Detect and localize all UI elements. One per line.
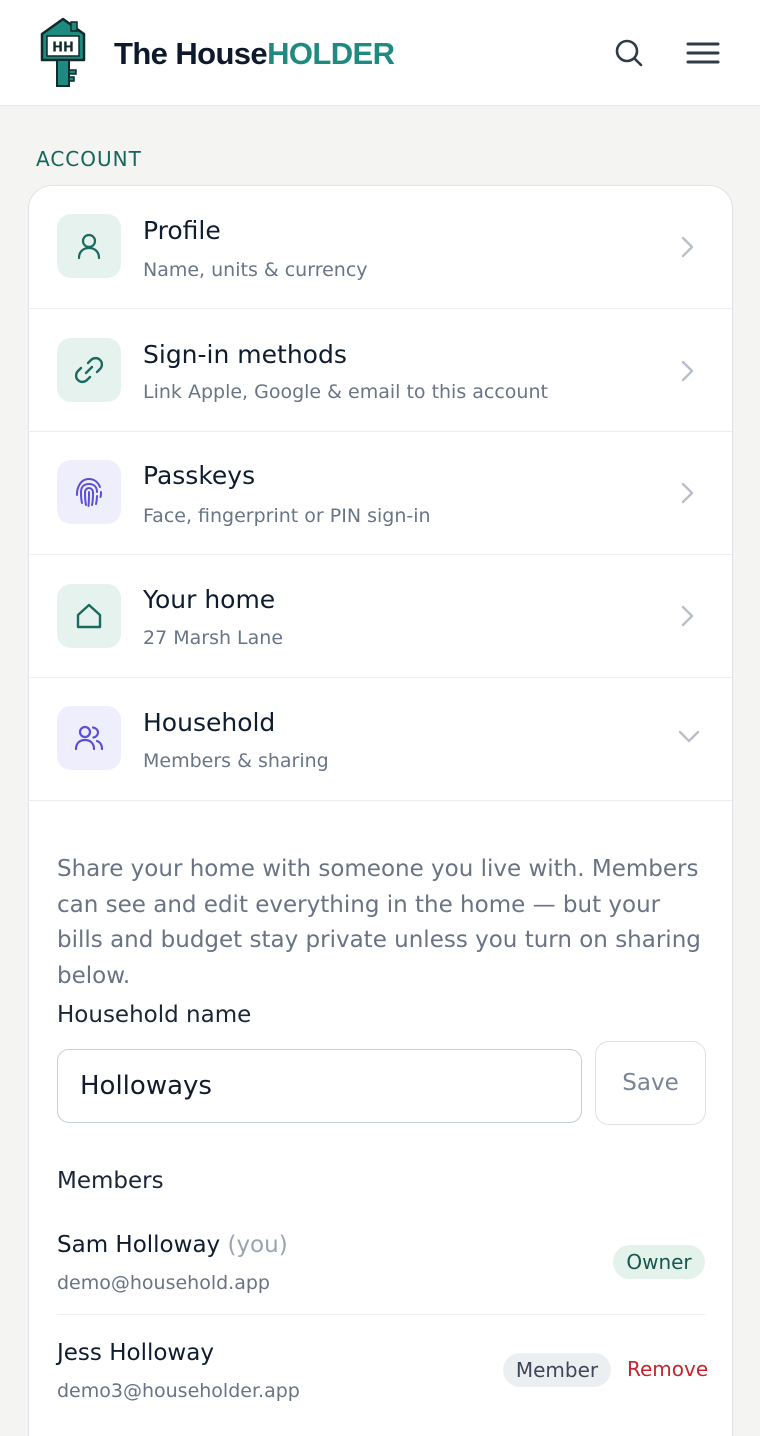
passkeys-icon-tile <box>57 460 121 524</box>
hamburger-menu-icon <box>686 42 720 64</box>
settings-row-household[interactable]: Household Members & sharing <box>29 678 732 801</box>
chevron-right-icon <box>681 236 694 258</box>
home-icon <box>76 603 102 629</box>
sign-in-icon-tile <box>57 338 121 402</box>
section-label-account: ACCOUNT <box>36 147 142 171</box>
chevron-right-icon <box>681 360 694 382</box>
member-row: Jess Holloway demo3@householder.app Memb… <box>57 1340 708 1402</box>
user-icon <box>77 233 101 260</box>
row-title: Sign-in methods <box>143 340 347 369</box>
row-subtitle: Members & sharing <box>143 750 329 772</box>
member-name: Jess Holloway <box>57 1340 214 1366</box>
fingerprint-icon <box>76 477 102 507</box>
settings-row-sign-in-methods[interactable]: Sign-in methods Link Apple, Google & ema… <box>29 309 732 432</box>
save-household-name-button[interactable]: Save <box>595 1041 706 1125</box>
row-title: Your home <box>143 585 276 614</box>
settings-row-profile[interactable]: Profile Name, units & currency <box>29 186 732 309</box>
row-title: Profile <box>143 216 221 245</box>
household-name-input[interactable] <box>57 1049 582 1123</box>
member-name: Sam Holloway (you) <box>57 1232 288 1258</box>
search-button[interactable] <box>610 34 648 72</box>
household-icon-tile <box>57 706 121 770</box>
home-icon-tile <box>57 584 121 648</box>
member-name-text: Jess Holloway <box>57 1340 214 1366</box>
chevron-right-icon <box>681 605 694 627</box>
account-settings-card: Profile Name, units & currency Sign-in m… <box>28 185 733 1436</box>
role-badge-owner: Owner <box>613 1245 705 1279</box>
household-description: Share your home with someone you live wi… <box>57 856 701 989</box>
link-icon <box>74 356 104 384</box>
settings-row-your-home[interactable]: Your home 27 Marsh Lane <box>29 555 732 678</box>
search-icon <box>615 39 643 67</box>
app-header: HH The HouseHOLDER <box>0 0 760 106</box>
chevron-right-icon <box>681 482 694 504</box>
menu-button[interactable] <box>684 34 722 72</box>
row-subtitle: Link Apple, Google & email to this accou… <box>143 381 548 403</box>
row-title: Household <box>143 708 276 737</box>
role-badge-member: Member <box>503 1353 611 1387</box>
remove-member-button[interactable]: Remove <box>627 1357 708 1381</box>
member-email: demo3@householder.app <box>57 1380 300 1402</box>
member-email: demo@household.app <box>57 1272 270 1294</box>
row-subtitle: Name, units & currency <box>143 259 368 281</box>
brand-name-part2: HOLDER <box>267 36 395 71</box>
row-subtitle: Face, fingerprint or PIN sign-in <box>143 505 431 527</box>
members-label: Members <box>57 1168 164 1194</box>
household-name-label: Household name <box>57 1002 252 1028</box>
row-title: Passkeys <box>143 461 256 490</box>
profile-icon-tile <box>57 214 121 278</box>
svg-text:HH: HH <box>52 41 74 56</box>
member-row: Sam Holloway (you) demo@household.app Ow… <box>57 1232 705 1294</box>
row-subtitle: 27 Marsh Lane <box>143 627 284 649</box>
brand-name-part1: The House <box>114 36 268 71</box>
member-name-text: Sam Holloway <box>57 1232 221 1258</box>
chevron-down-icon <box>678 730 700 743</box>
settings-row-passkeys[interactable]: Passkeys Face, fingerprint or PIN sign-i… <box>29 432 732 555</box>
house-key-logo-icon[interactable]: HH <box>38 16 88 90</box>
you-tag: (you) <box>227 1232 288 1258</box>
member-divider <box>57 1314 705 1315</box>
brand-name[interactable]: The HouseHOLDER <box>114 35 395 73</box>
users-icon <box>74 725 104 751</box>
